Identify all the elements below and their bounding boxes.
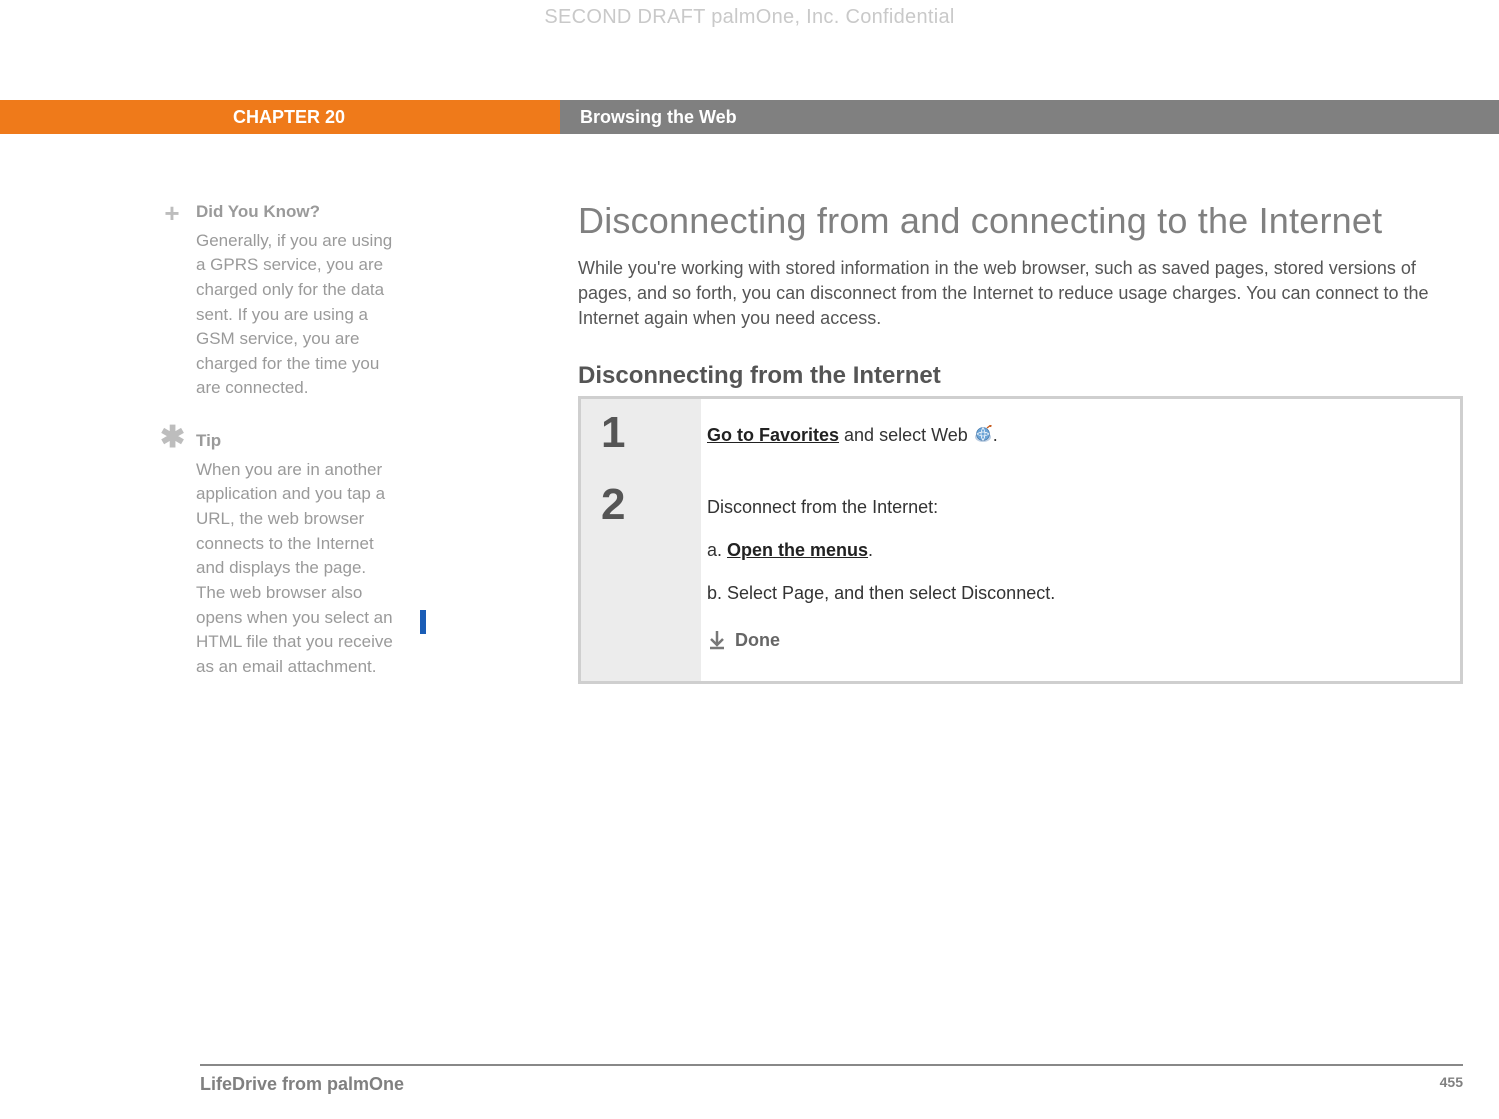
revision-bar <box>420 610 426 634</box>
step-2a-tail: . <box>868 540 873 560</box>
step-2b: b. Select Page, and then select Disconne… <box>707 579 1438 608</box>
steps-box: 1 Go to Favorites and select Web . 2 Dis… <box>578 396 1463 684</box>
main-content: Disconnecting from and connecting to the… <box>428 200 1463 1059</box>
plus-icon: + <box>160 202 184 226</box>
chapter-bar: CHAPTER 20 Browsing the Web <box>0 100 1499 134</box>
step-2a: a. Open the menus. <box>707 536 1438 565</box>
tip-body: When you are in another application and … <box>196 458 396 680</box>
open-the-menus-link[interactable]: Open the menus <box>727 540 868 560</box>
go-to-favorites-link[interactable]: Go to Favorites <box>707 425 839 445</box>
did-you-know-block: + Did You Know? Generally, if you are us… <box>160 200 396 401</box>
page-heading: Disconnecting from and connecting to the… <box>578 200 1463 242</box>
watermark-text: SECOND DRAFT palmOne, Inc. Confidential <box>0 6 1499 29</box>
step-1-row: 1 Go to Favorites and select Web . <box>581 399 1460 472</box>
did-you-know-body: Generally, if you are using a GPRS servi… <box>196 229 396 401</box>
section-subheading: Disconnecting from the Internet <box>578 362 1463 390</box>
tip-title: Tip <box>196 429 396 454</box>
asterisk-icon: ✱ <box>160 427 184 451</box>
page-footer: LifeDrive from palmOne 455 <box>200 1064 1463 1095</box>
step-2-body: Disconnect from the Internet: a. Open th… <box>701 471 1460 680</box>
did-you-know-title: Did You Know? <box>196 200 396 225</box>
step-1-text-a: and select Web <box>839 425 973 445</box>
chapter-title: Browsing the Web <box>560 100 1499 134</box>
intro-paragraph: While you're working with stored informa… <box>578 256 1463 332</box>
step-1-text-b: . <box>993 425 998 445</box>
step-2-row: 2 Disconnect from the Internet: a. Open … <box>581 471 1460 680</box>
chapter-number: CHAPTER 20 <box>0 100 560 134</box>
step-2a-label: a. <box>707 540 727 560</box>
footer-product: LifeDrive from palmOne <box>200 1074 404 1095</box>
sidebar: + Did You Know? Generally, if you are us… <box>160 200 420 1059</box>
web-icon <box>973 423 993 441</box>
done-label: Done <box>735 630 780 650</box>
done-arrow-icon <box>707 630 727 659</box>
footer-page-number: 455 <box>1440 1074 1463 1095</box>
done-row: Done <box>707 626 1438 659</box>
step-2-number: 2 <box>581 471 701 680</box>
step-1-number: 1 <box>581 399 701 472</box>
step-1-body: Go to Favorites and select Web . <box>701 399 1460 472</box>
tip-block: ✱ Tip When you are in another applicatio… <box>160 429 396 679</box>
step-2-lead: Disconnect from the Internet: <box>707 493 1438 522</box>
